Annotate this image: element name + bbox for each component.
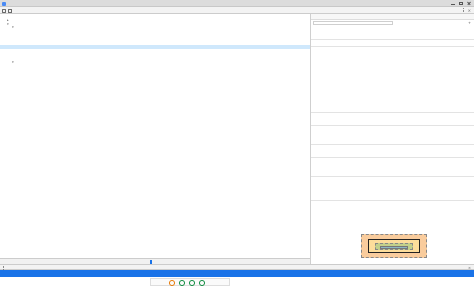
- box-model-diagram: [361, 234, 427, 258]
- box-border: [368, 239, 420, 253]
- css-declaration[interactable]: [313, 188, 472, 192]
- expand-triangle-icon[interactable]: ▼: [12, 26, 14, 29]
- expand-triangle-icon[interactable]: ▼: [7, 23, 9, 26]
- close-drawer-icon[interactable]: ×: [468, 266, 471, 270]
- score-gauge: [169, 280, 175, 286]
- css-declaration[interactable]: [313, 213, 472, 217]
- device-toggle-icon[interactable]: [8, 8, 12, 13]
- css-selector[interactable]: [313, 201, 472, 205]
- css-declaration[interactable]: [313, 76, 472, 80]
- score-gauge: [189, 280, 195, 286]
- box-content: [380, 245, 408, 249]
- css-selector[interactable]: [313, 27, 472, 31]
- highlights-banner: [0, 270, 474, 277]
- css-declaration[interactable]: [313, 169, 472, 173]
- css-declaration[interactable]: [313, 219, 472, 223]
- maximize-icon: [459, 2, 463, 5]
- close-devtools-icon[interactable]: ×: [468, 8, 471, 13]
- elements-tree[interactable]: ▶ ▼ ▼ ▼: [0, 14, 310, 258]
- css-declaration[interactable]: [313, 88, 472, 92]
- css-selector[interactable]: [313, 145, 472, 149]
- css-declaration[interactable]: [313, 207, 472, 211]
- window-close-button[interactable]: [466, 1, 472, 6]
- css-selector[interactable]: [313, 177, 472, 181]
- css-declaration[interactable]: [313, 132, 472, 136]
- inspect-icon[interactable]: [2, 8, 6, 13]
- drawer-menu-icon[interactable]: [2, 266, 5, 270]
- devtools-app-icon: [2, 1, 6, 6]
- new-style-rule-button[interactable]: +: [468, 21, 471, 25]
- minimize-button[interactable]: [450, 2, 456, 6]
- styles-pane: +: [311, 14, 474, 264]
- css-declaration[interactable]: [313, 225, 472, 229]
- devtools-tabbar: ×: [0, 7, 474, 14]
- lighthouse-screenshot: [150, 278, 230, 286]
- css-selector[interactable]: [313, 40, 472, 44]
- css-declaration[interactable]: [313, 94, 472, 98]
- window-titlebar: [0, 0, 474, 7]
- score-gauge: [199, 280, 205, 286]
- css-declaration[interactable]: [313, 164, 472, 168]
- css-declaration[interactable]: [313, 194, 472, 198]
- css-declaration[interactable]: [313, 151, 472, 155]
- score-gauge: [179, 280, 185, 286]
- dom-node-row[interactable]: [0, 106, 310, 110]
- css-declaration[interactable]: [313, 65, 472, 69]
- css-declaration[interactable]: [313, 71, 472, 75]
- css-declaration[interactable]: [313, 33, 472, 37]
- maximize-button[interactable]: [458, 2, 464, 6]
- css-declaration[interactable]: [313, 82, 472, 86]
- styles-tabbar: [311, 14, 474, 20]
- css-declaration[interactable]: [313, 59, 472, 63]
- expand-triangle-icon[interactable]: ▼: [12, 61, 14, 64]
- whats-new-drawer: [0, 270, 474, 286]
- css-declaration[interactable]: [313, 53, 472, 57]
- css-selector[interactable]: [313, 113, 472, 117]
- css-selector[interactable]: [313, 158, 472, 162]
- css-selector[interactable]: [313, 47, 472, 51]
- css-declaration[interactable]: [313, 183, 472, 187]
- styles-filter-input[interactable]: [313, 21, 393, 25]
- more-vertical-icon[interactable]: [462, 8, 464, 13]
- minimize-icon: [451, 3, 455, 5]
- box-padding: [375, 243, 413, 250]
- css-selector[interactable]: [313, 126, 472, 130]
- expand-triangle-icon[interactable]: ▶: [7, 19, 9, 22]
- css-declaration[interactable]: [313, 100, 472, 104]
- css-declaration[interactable]: [313, 105, 472, 109]
- css-declaration[interactable]: [313, 137, 472, 141]
- css-declaration[interactable]: [313, 119, 472, 123]
